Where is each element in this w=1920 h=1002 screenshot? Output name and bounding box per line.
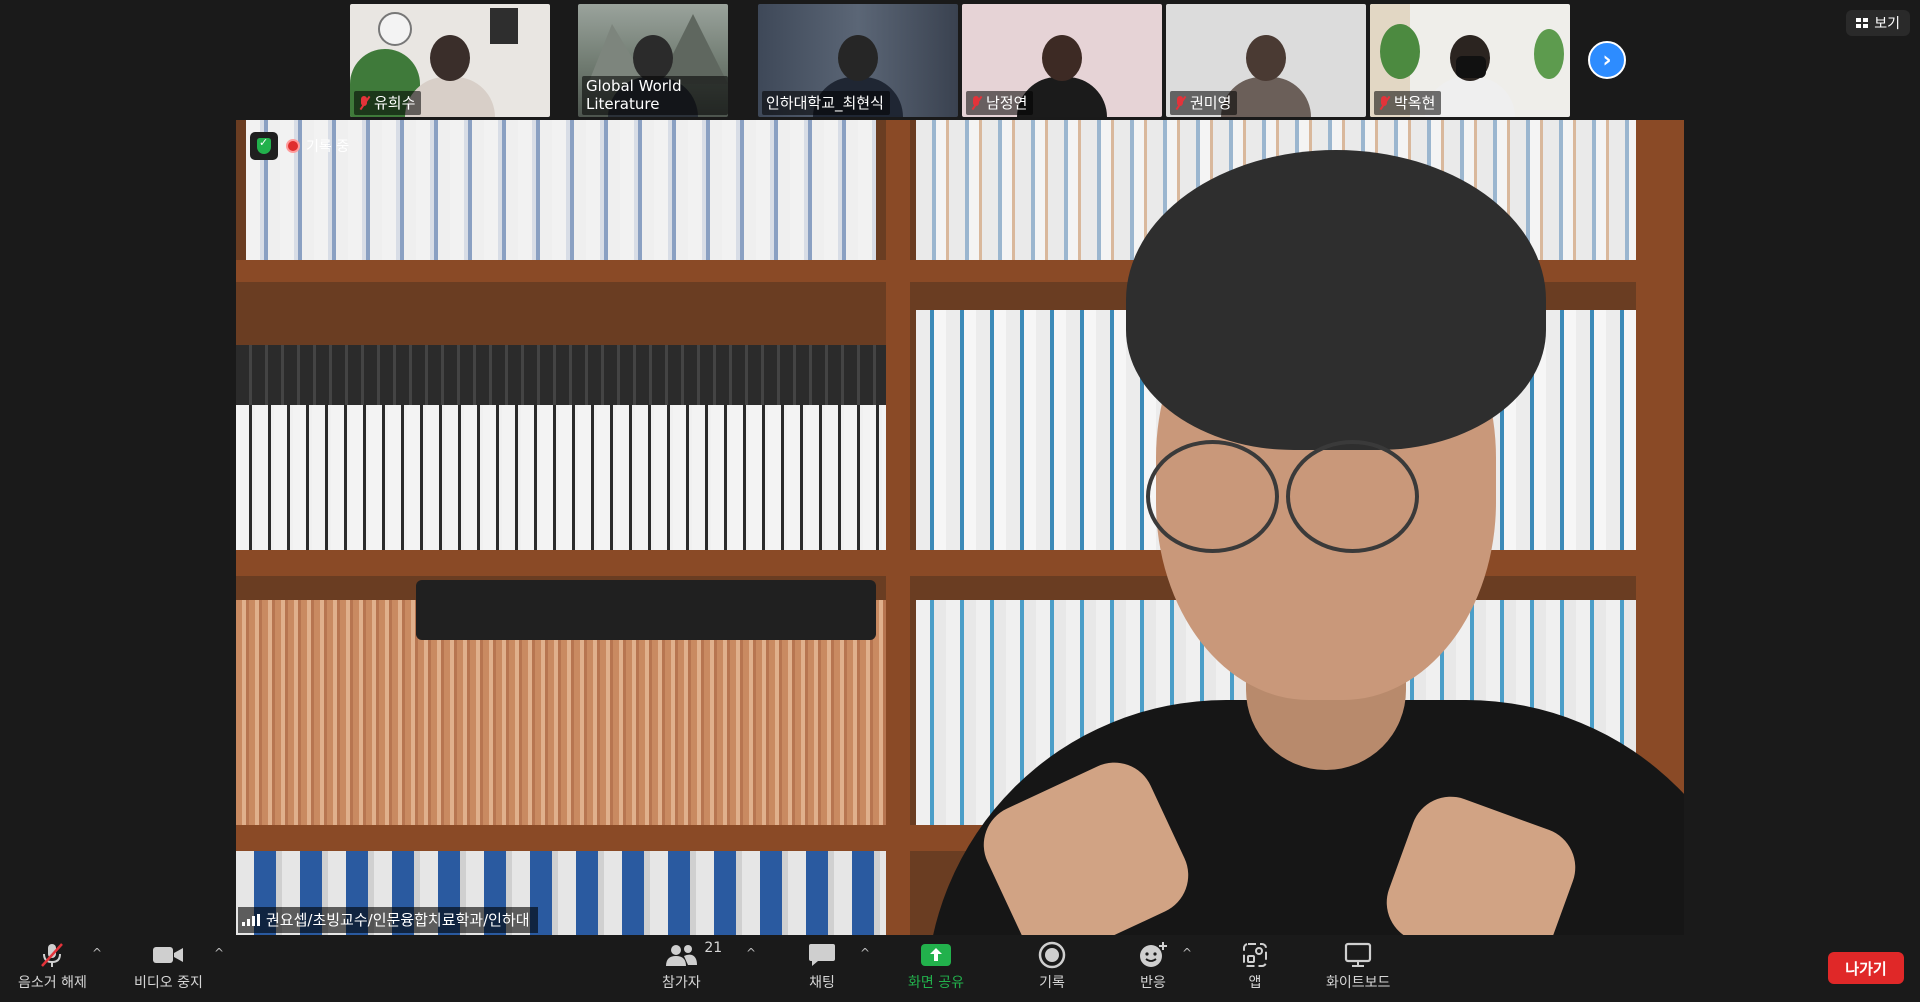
participant-name: 박옥현 bbox=[1394, 94, 1436, 112]
next-page-arrow[interactable]: › bbox=[1588, 41, 1626, 79]
participants-button[interactable]: 21 참가자 bbox=[662, 940, 722, 992]
record-icon bbox=[286, 139, 300, 153]
chat-icon bbox=[808, 942, 836, 968]
share-screen-icon bbox=[920, 942, 952, 968]
apps-icon bbox=[1242, 942, 1268, 968]
shield-icon bbox=[257, 136, 271, 154]
mic-muted-icon bbox=[1174, 95, 1186, 110]
view-button-label: 보기 bbox=[1874, 16, 1900, 32]
recording-indicator[interactable]: 기록 중 bbox=[286, 134, 349, 158]
chevron-right-icon: › bbox=[1602, 47, 1612, 73]
grid-icon bbox=[1856, 18, 1869, 28]
participant-name: 남정연 bbox=[986, 94, 1028, 112]
mic-muted-icon bbox=[1378, 95, 1390, 110]
speaker-name: 권요셉/초빙교수/인문융합치료학과/인하대 bbox=[266, 911, 530, 929]
participant-thumbnail[interactable]: 유희수 bbox=[350, 4, 550, 117]
leave-button[interactable]: 나가기 bbox=[1828, 952, 1904, 984]
mic-muted-icon bbox=[358, 95, 370, 110]
participants-options-caret[interactable]: ^ bbox=[746, 946, 756, 960]
main-video: 기록 중 권요셉/초빙교수/인문융합치료학과/인하대 bbox=[236, 120, 1684, 935]
signal-bars-icon bbox=[242, 913, 260, 926]
reactions-options-caret[interactable]: ^ bbox=[1182, 946, 1192, 960]
participant-name: Global World Literature bbox=[586, 77, 682, 113]
apps-label: 앱 bbox=[1248, 975, 1262, 991]
mic-muted-icon bbox=[970, 95, 982, 110]
stop-video-label: 비디오 중지 bbox=[134, 975, 203, 991]
view-button[interactable]: 보기 bbox=[1846, 10, 1910, 36]
participant-thumbnail[interactable]: Global World Literature bbox=[578, 4, 728, 117]
participants-label: 참가자 bbox=[662, 975, 701, 991]
participant-name: 인하대학교_최현식 bbox=[766, 94, 884, 112]
share-screen-label: 화면 공유 bbox=[908, 975, 964, 991]
speaker-name-label: 권요셉/초빙교수/인문융합치료학과/인하대 bbox=[238, 907, 538, 933]
record-icon bbox=[1038, 941, 1066, 969]
whiteboard-label: 화이트보드 bbox=[1326, 975, 1391, 991]
record-label: 기록 bbox=[1039, 975, 1065, 991]
chat-options-caret[interactable]: ^ bbox=[860, 946, 870, 960]
participant-name: 권미영 bbox=[1190, 94, 1232, 112]
emoji-plus-icon bbox=[1138, 942, 1168, 968]
share-screen-button[interactable]: 화면 공유 bbox=[908, 942, 964, 992]
participant-count: 21 bbox=[704, 940, 723, 956]
record-button[interactable]: 기록 bbox=[1038, 941, 1066, 992]
video-options-caret[interactable]: ^ bbox=[214, 946, 224, 960]
stop-video-button[interactable]: 비디오 중지 bbox=[134, 942, 203, 992]
security-badge[interactable] bbox=[250, 132, 278, 160]
video-camera-icon bbox=[152, 942, 184, 968]
chat-label: 채팅 bbox=[809, 975, 835, 991]
participant-thumbnail[interactable]: 박옥현 bbox=[1370, 4, 1570, 117]
reactions-button[interactable]: 반응 bbox=[1138, 942, 1168, 992]
unmute-label: 음소거 해제 bbox=[18, 975, 87, 991]
participants-icon: 21 bbox=[664, 940, 722, 968]
apps-button[interactable]: 앱 bbox=[1242, 942, 1268, 992]
participant-thumbnail[interactable]: 권미영 bbox=[1166, 4, 1366, 117]
participant-thumbnail[interactable]: 인하대학교_최현식 bbox=[758, 4, 958, 117]
whiteboard-icon bbox=[1344, 942, 1372, 968]
participant-name: 유희수 bbox=[374, 94, 416, 112]
unmute-button[interactable]: 음소거 해제 bbox=[18, 942, 87, 992]
whiteboard-button[interactable]: 화이트보드 bbox=[1326, 942, 1390, 992]
participant-thumbnail[interactable]: 남정연 bbox=[962, 4, 1162, 117]
recording-label: 기록 중 bbox=[306, 139, 350, 155]
reactions-label: 반응 bbox=[1140, 975, 1166, 991]
mic-muted-icon bbox=[39, 942, 65, 968]
speaker-video bbox=[926, 140, 1684, 935]
audio-options-caret[interactable]: ^ bbox=[92, 946, 102, 960]
chat-button[interactable]: 채팅 bbox=[808, 942, 836, 992]
